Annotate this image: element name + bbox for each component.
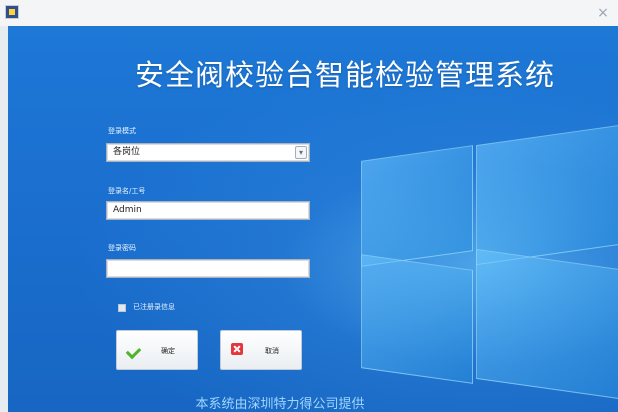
password-input[interactable] bbox=[106, 259, 310, 278]
username-value: Admin bbox=[113, 205, 142, 215]
remember-label: 已注册录信息 bbox=[133, 303, 175, 311]
windows-logo-pane bbox=[476, 124, 618, 266]
checkmark-icon bbox=[127, 343, 143, 357]
close-icon bbox=[231, 343, 243, 355]
ok-button-label: 确定 bbox=[161, 347, 175, 355]
login-mode-select[interactable]: 各岗位 ▾ bbox=[106, 143, 310, 162]
windows-logo-pane bbox=[361, 254, 473, 384]
window-edge bbox=[0, 26, 8, 412]
username-input[interactable]: Admin bbox=[106, 201, 310, 220]
app-title: 安全阀校验台智能检验管理系统 bbox=[134, 58, 555, 92]
close-icon[interactable]: × bbox=[595, 5, 611, 21]
ok-button[interactable]: 确定 bbox=[116, 330, 198, 370]
windows-logo-pane bbox=[476, 248, 618, 400]
footer-credit: 本系统由深圳特力得公司提供 bbox=[195, 397, 365, 412]
cancel-button[interactable]: 取消 bbox=[220, 330, 302, 370]
password-label: 登录密码 bbox=[108, 244, 136, 252]
cancel-button-label: 取消 bbox=[265, 347, 279, 355]
username-label: 登录名/工号 bbox=[108, 187, 146, 195]
login-mode-label: 登录模式 bbox=[108, 127, 136, 135]
title-bar: × bbox=[0, 0, 618, 27]
remember-checkbox[interactable] bbox=[118, 304, 126, 312]
app-icon bbox=[5, 5, 19, 19]
login-mode-value: 各岗位 bbox=[113, 147, 141, 157]
windows-logo-pane bbox=[361, 145, 473, 267]
dropdown-arrow-icon[interactable]: ▾ bbox=[295, 146, 307, 159]
